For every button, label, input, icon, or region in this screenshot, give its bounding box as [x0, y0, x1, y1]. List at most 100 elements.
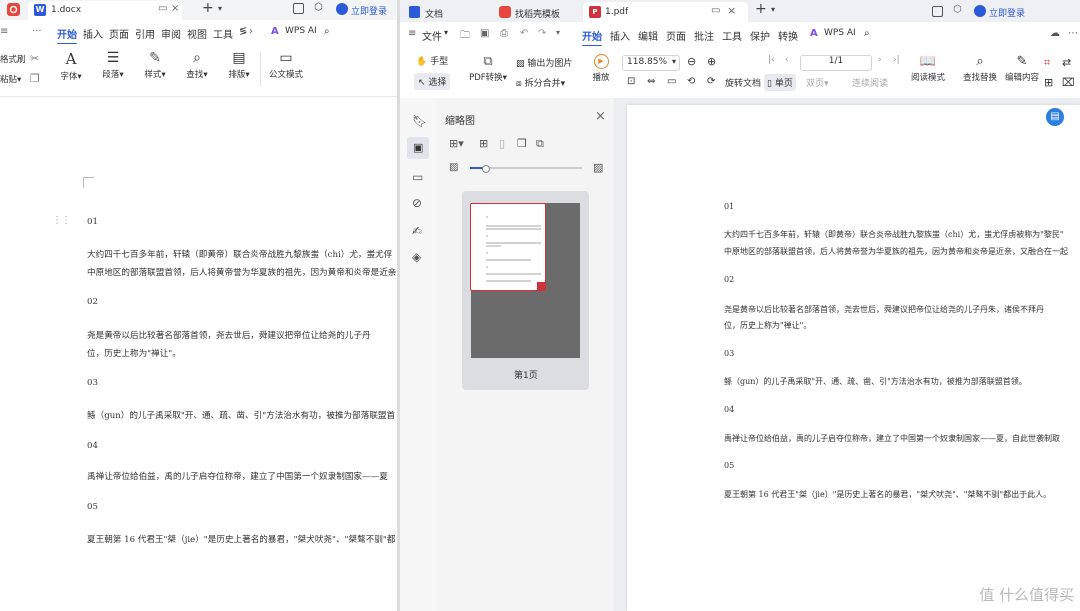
search-icon[interactable]: ⌕: [324, 26, 330, 37]
scan-icon[interactable]: ⌗: [1044, 56, 1050, 70]
tab-view[interactable]: 视图: [187, 26, 207, 41]
fit-width-icon[interactable]: ⇔: [647, 76, 655, 87]
actual-size-icon[interactable]: ⊡: [627, 76, 635, 87]
first-page-icon[interactable]: |‹: [768, 55, 775, 65]
layers-icon[interactable]: ◈: [412, 250, 421, 264]
find-button[interactable]: ⌕ 查找▾: [182, 50, 212, 80]
floating-tool-icon[interactable]: ▤: [1046, 108, 1064, 126]
close-tab-icon[interactable]: ×: [727, 4, 736, 17]
pdf-convert-button[interactable]: ⧉ PDF转换▾: [466, 54, 510, 83]
paragraph-button[interactable]: ☰ 段落▾: [98, 50, 128, 80]
style-button[interactable]: ✎ 样式▾: [140, 50, 170, 80]
zoom-in-icon[interactable]: ⊕: [707, 55, 716, 68]
close-panel-icon[interactable]: ×: [595, 109, 606, 124]
zoom-out-icon[interactable]: ⊖: [687, 55, 696, 68]
chevron-down-icon[interactable]: ▾: [218, 4, 222, 13]
prev-page-icon[interactable]: ‹: [785, 55, 789, 65]
login-link[interactable]: 立即登录: [989, 6, 1025, 19]
last-page-icon[interactable]: ›|: [893, 55, 900, 65]
cloud-upload-icon[interactable]: ☁: [1050, 28, 1060, 39]
tab-home[interactable]: 开始: [57, 26, 77, 45]
attachment-icon[interactable]: ⊘: [412, 196, 422, 210]
tab-templates[interactable]: 找稻壳模板: [493, 2, 578, 22]
avatar[interactable]: [974, 5, 986, 17]
cut-icon[interactable]: ✂: [30, 52, 39, 65]
format-painter-button[interactable]: 格式刷: [0, 53, 26, 65]
zoom-select[interactable]: 118.85% ▾: [622, 55, 680, 71]
rotate-right-icon[interactable]: ⟳: [707, 76, 715, 87]
rotate-doc-button[interactable]: 旋转文档: [725, 76, 761, 89]
pdf-page[interactable]: 01 大约四千七百多年前，轩辕（即黄帝）联合炎帝战胜九黎族蚩（chi）尤，蚩尤俘…: [627, 105, 1080, 611]
tab-home[interactable]: 开始: [582, 28, 602, 47]
wps-ai-button[interactable]: WPS AI: [285, 26, 317, 36]
avatar[interactable]: [336, 3, 348, 15]
chevron-down-icon[interactable]: ▾: [444, 28, 448, 37]
tab-references[interactable]: 引用: [135, 26, 155, 41]
edit-content-button[interactable]: ✎ 编辑内容: [1002, 54, 1042, 83]
export-image-button[interactable]: ▨ 输出为图片: [516, 56, 572, 69]
thumbnail-size-slider[interactable]: [470, 165, 582, 173]
play-button[interactable]: ▶ 播放: [586, 54, 616, 83]
tab-review[interactable]: 审阅: [161, 26, 181, 41]
insert-page-icon[interactable]: ⊞: [479, 137, 488, 150]
thumbnail-toggle[interactable]: ▣: [407, 137, 429, 159]
extract-page-icon[interactable]: ❐: [517, 137, 527, 150]
slider-thumb[interactable]: [482, 165, 490, 173]
layout-button[interactable]: ▤ 排版▾: [224, 50, 254, 80]
monitor-icon[interactable]: ▭: [158, 3, 167, 14]
signature-icon[interactable]: ✍: [412, 224, 422, 238]
ellipsis-icon[interactable]: ···: [32, 26, 42, 37]
single-page-button[interactable]: ▯ 单页: [764, 74, 796, 91]
find-replace-button[interactable]: ⌕ 查找替换: [960, 54, 1000, 83]
chevron-down-icon[interactable]: ▾: [771, 5, 775, 14]
new-tab-icon[interactable]: +: [202, 0, 214, 16]
save-icon[interactable]: ▣: [480, 28, 489, 39]
rotate-left-icon[interactable]: ⟲: [687, 76, 695, 87]
tab-convert[interactable]: 转换: [778, 28, 798, 43]
next-page-icon[interactable]: ›: [878, 55, 882, 65]
hamburger-icon[interactable]: ≡: [408, 28, 416, 39]
more-icon[interactable]: ⋯: [1068, 28, 1078, 39]
writer-document[interactable]: ⋮⋮ 01 大约四千七百多年前，轩辕（即黄帝）联合炎帝战胜九黎族蚩（chi）尤，…: [0, 97, 400, 611]
tab-edit[interactable]: 编辑: [638, 28, 658, 43]
tab-tools[interactable]: 工具: [722, 28, 742, 43]
tab-1-pdf[interactable]: P 1.pdf ▭ ×: [583, 2, 748, 22]
undo-icon[interactable]: ↶: [520, 28, 528, 39]
window-restore-icon[interactable]: [932, 6, 943, 17]
split-merge-button[interactable]: ⧈ 拆分合并▾: [516, 76, 565, 89]
cube-icon[interactable]: ⬡: [314, 2, 323, 13]
tab-documents[interactable]: 文档: [403, 2, 488, 22]
copy-icon[interactable]: ❐: [30, 72, 40, 85]
double-page-button[interactable]: 双页▾: [806, 76, 829, 89]
thumbnail-item[interactable]: 第1页: [462, 191, 589, 390]
close-tab-icon[interactable]: ×: [171, 3, 179, 14]
paste-button[interactable]: 粘贴▾: [0, 73, 21, 85]
monitor-icon[interactable]: ▭: [711, 5, 720, 16]
tab-tools[interactable]: 工具: [213, 26, 233, 41]
tab-protect[interactable]: 保护: [750, 28, 770, 43]
comment-icon[interactable]: ▭: [412, 170, 423, 184]
tab-page[interactable]: 页面: [666, 28, 686, 43]
bookmark-icon[interactable]: 🔖︎: [412, 114, 427, 128]
page-number-input[interactable]: 1/1: [800, 55, 872, 71]
wps-ai-button[interactable]: WPS AI: [824, 28, 856, 38]
continuous-read-button[interactable]: 连续阅读: [852, 76, 888, 89]
select-tool-button[interactable]: ↖ 选择: [414, 73, 451, 90]
chevron-right-icon[interactable]: ›: [249, 26, 253, 37]
read-mode-button[interactable]: 📖 阅读模式: [908, 54, 948, 83]
open-folder-icon[interactable]: 🗀: [460, 28, 470, 45]
compress-icon[interactable]: ⊞: [1044, 76, 1053, 89]
tab-more[interactable]: ≶: [239, 26, 247, 37]
search-icon[interactable]: ⌕: [864, 28, 870, 39]
grid-view-icon[interactable]: ⊞▾: [449, 137, 464, 150]
chevron-down-icon[interactable]: ▾: [556, 28, 560, 37]
more-icon[interactable]: ≡: [0, 26, 8, 37]
translate-icon[interactable]: ⇄: [1062, 56, 1071, 69]
font-button[interactable]: A 字体▾: [56, 50, 86, 82]
fit-page-icon[interactable]: ▭: [667, 76, 676, 87]
replace-page-icon[interactable]: ⧉: [536, 137, 544, 151]
crop-icon[interactable]: ⌧: [1062, 76, 1075, 89]
file-menu[interactable]: 文件: [422, 28, 442, 43]
new-tab-icon[interactable]: +: [755, 1, 767, 17]
tab-insert[interactable]: 插入: [610, 28, 630, 43]
